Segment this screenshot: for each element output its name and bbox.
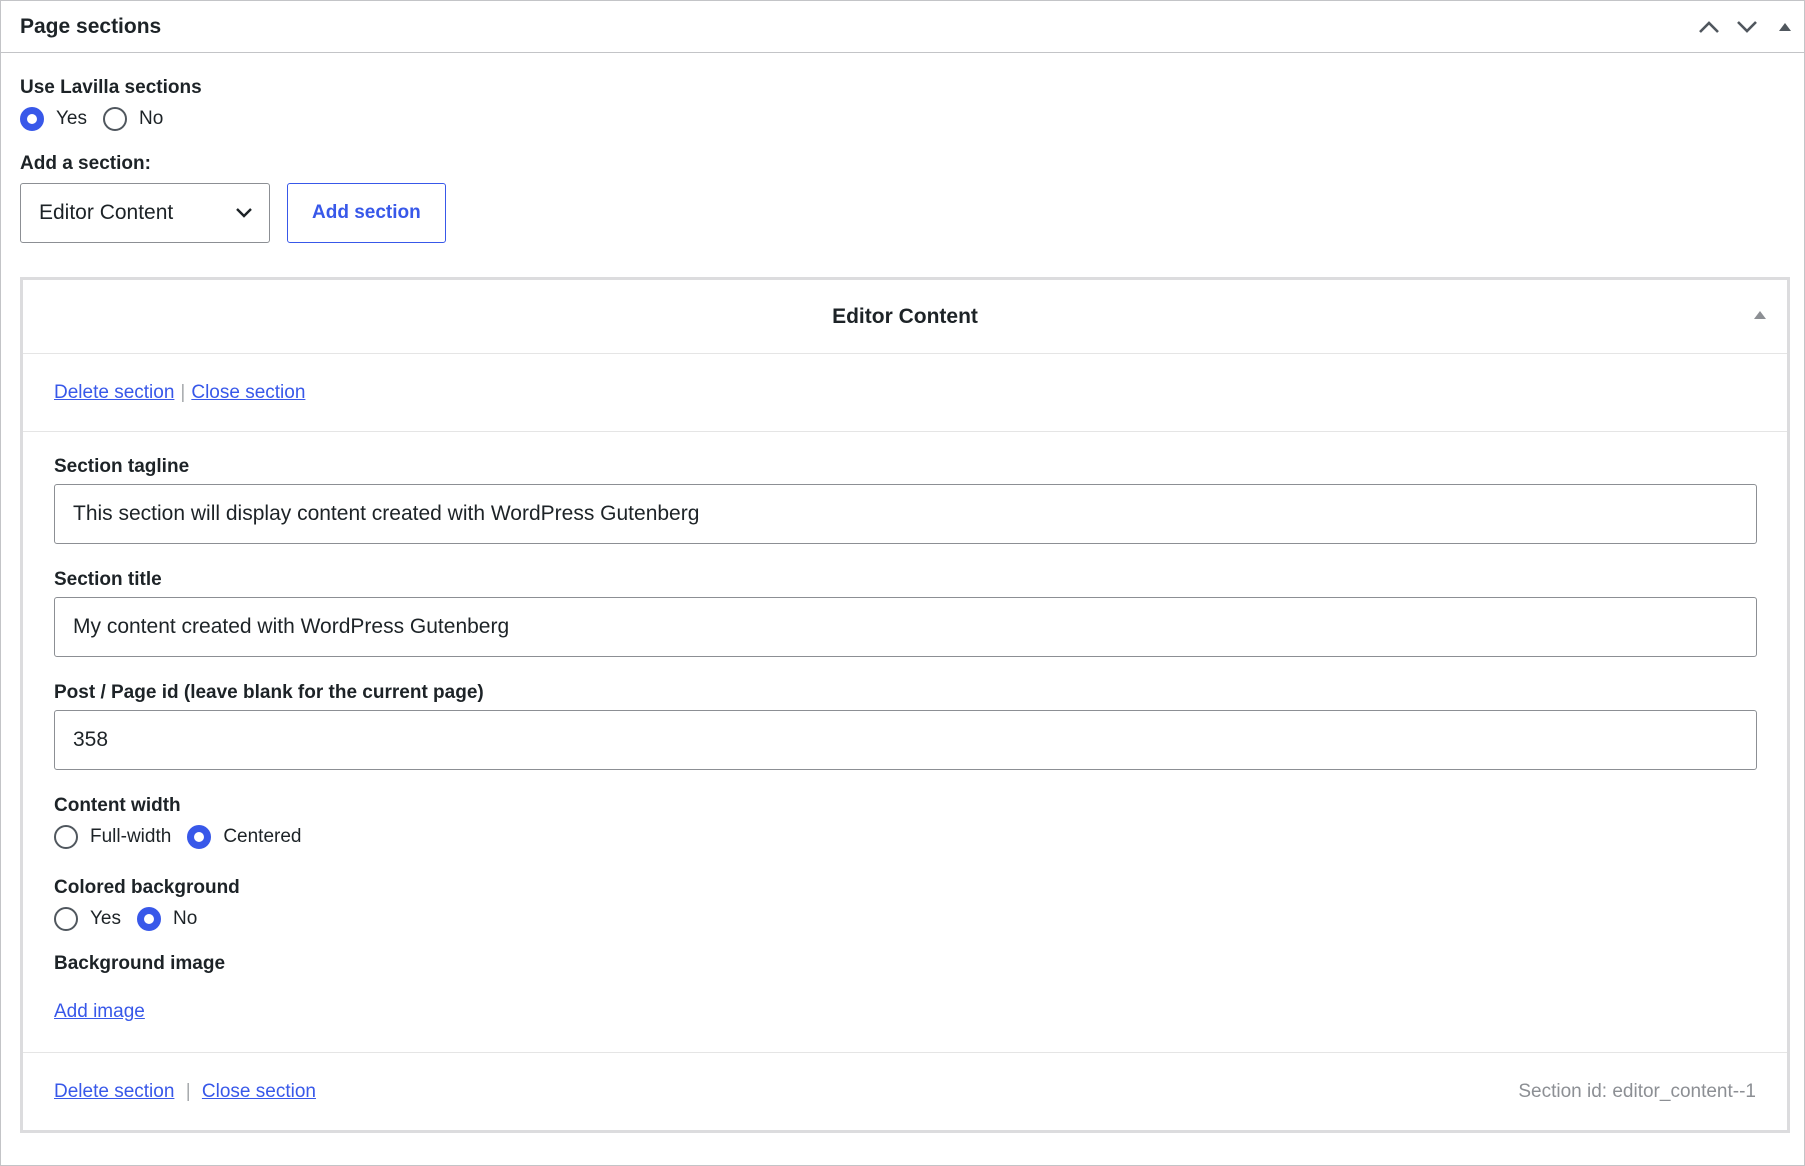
- radio-label-full-width: Full-width: [90, 826, 172, 847]
- section-fields: Section tagline Section title Post / Pag…: [23, 432, 1787, 1023]
- radio-bg-yes[interactable]: [54, 907, 78, 931]
- background-image-label: Background image: [54, 953, 226, 974]
- delete-section-link[interactable]: Delete section: [54, 382, 174, 404]
- colored-background-radio-group: Yes No: [54, 907, 1756, 931]
- post-id-label: Post / Page id (leave blank for the curr…: [54, 682, 484, 703]
- toggle-panel-button[interactable]: [1766, 1, 1804, 53]
- content-width-centered-option[interactable]: Centered: [187, 825, 301, 849]
- section-title-label: Section title: [54, 569, 162, 590]
- link-separator: |: [180, 381, 186, 403]
- content-width-label: Content width: [54, 795, 181, 816]
- close-section-link-bottom[interactable]: Close section: [202, 1081, 316, 1102]
- radio-centered-checked[interactable]: [187, 825, 212, 849]
- link-separator-bottom: |: [185, 1080, 191, 1102]
- move-up-button[interactable]: [1690, 1, 1728, 53]
- metabox-title: Page sections: [20, 14, 162, 38]
- chevron-down-icon: [1737, 20, 1757, 33]
- section-type-select[interactable]: Editor Content: [20, 183, 270, 243]
- triangle-up-icon: [1754, 311, 1766, 319]
- tagline-input[interactable]: [54, 484, 1757, 544]
- radio-label-bg-no: No: [173, 908, 198, 929]
- radio-label-bg-yes: Yes: [90, 908, 121, 929]
- handle-actions: [1690, 1, 1804, 52]
- radio-label-no: No: [139, 108, 164, 129]
- colored-bg-yes-option[interactable]: Yes: [54, 907, 121, 931]
- add-section-button[interactable]: Add section: [287, 183, 446, 243]
- radio-yes-checked[interactable]: [20, 107, 44, 131]
- section-actions-bottom: Delete section | Close section Section i…: [23, 1052, 1787, 1130]
- colored-bg-no-option[interactable]: No: [137, 907, 197, 931]
- page-sections-metabox: Page sections Use Lavilla sections Yes N…: [0, 0, 1805, 1166]
- post-id-input[interactable]: [54, 710, 1757, 770]
- colored-background-label: Colored background: [54, 877, 240, 898]
- chevron-up-icon: [1699, 20, 1719, 33]
- triangle-up-icon: [1779, 22, 1791, 31]
- add-image-link[interactable]: Add image: [54, 1001, 145, 1022]
- content-width-radio-group: Full-width Centered: [54, 825, 1756, 849]
- section-header[interactable]: Editor Content: [23, 280, 1787, 354]
- delete-section-link-bottom[interactable]: Delete section: [54, 1081, 174, 1102]
- radio-no[interactable]: [103, 107, 127, 131]
- use-sections-radio-group: Yes No: [20, 107, 1785, 131]
- add-section-label: Add a section:: [20, 153, 151, 174]
- section-title-input[interactable]: [54, 597, 1757, 657]
- tagline-label: Section tagline: [54, 456, 190, 477]
- metabox-inside: Use Lavilla sections Yes No Add a sectio…: [1, 77, 1804, 243]
- section-type-selected-value: Editor Content: [39, 201, 174, 224]
- section-footer-links: Delete section | Close section: [54, 1081, 316, 1103]
- use-sections-no-option[interactable]: No: [103, 107, 163, 131]
- use-sections-label: Use Lavilla sections: [20, 77, 202, 98]
- chevron-down-icon: [236, 208, 252, 218]
- move-down-button[interactable]: [1728, 1, 1766, 53]
- radio-label-centered: Centered: [223, 826, 302, 847]
- metabox-header: Page sections: [1, 1, 1804, 53]
- radio-label-yes: Yes: [56, 108, 87, 129]
- use-sections-yes-option[interactable]: Yes: [20, 107, 87, 131]
- section-toggle-button[interactable]: [1753, 307, 1767, 325]
- section-panel: Editor Content Delete section | Close se…: [20, 277, 1790, 1133]
- content-width-full-option[interactable]: Full-width: [54, 825, 171, 849]
- radio-bg-no-checked[interactable]: [137, 907, 161, 931]
- section-id-text: Section id: editor_content--1: [1518, 1080, 1756, 1102]
- close-section-link[interactable]: Close section: [191, 382, 305, 404]
- add-section-row: Editor Content Add section: [20, 183, 1785, 243]
- section-title: Editor Content: [832, 304, 978, 328]
- radio-full-width[interactable]: [54, 825, 78, 849]
- section-actions-top: Delete section | Close section: [23, 354, 1787, 432]
